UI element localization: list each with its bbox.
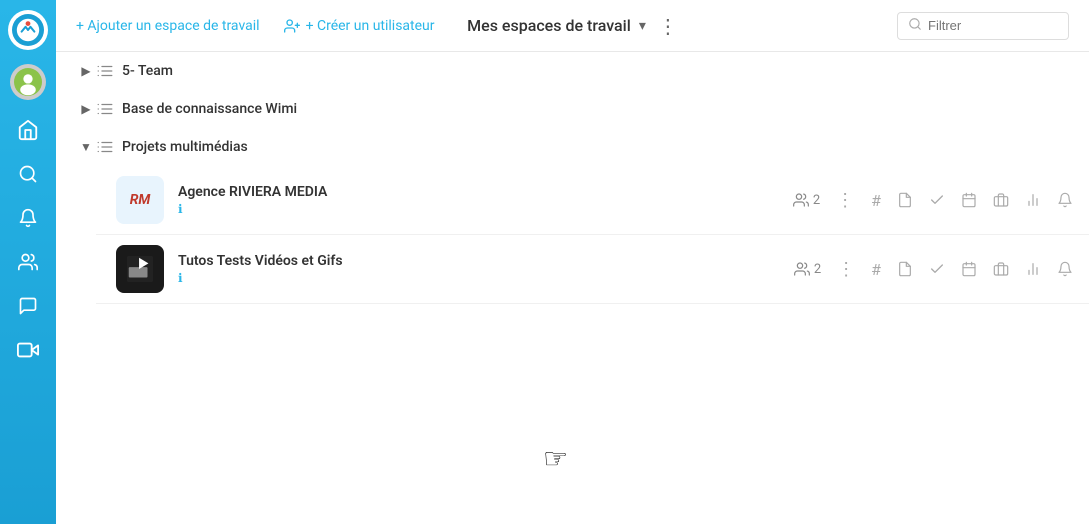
riviera-actions: 2 ⋮ # bbox=[793, 190, 1073, 211]
user-avatar[interactable] bbox=[10, 64, 46, 100]
main-content: + Ajouter un espace de travail + Créer u… bbox=[56, 0, 1089, 524]
team-label: 5- Team bbox=[122, 63, 173, 79]
riviera-logo-text: RM bbox=[130, 192, 151, 208]
riviera-users-icon bbox=[793, 192, 809, 208]
tutos-name: Tutos Tests Vidéos et Gifs bbox=[178, 253, 780, 269]
multimedia-entries: RM Agence RIVIERA MEDIA ℹ 2 bbox=[56, 166, 1089, 304]
home-nav-icon[interactable] bbox=[10, 112, 46, 148]
tutos-logo bbox=[116, 245, 164, 293]
search-icon bbox=[908, 17, 922, 35]
create-user-button[interactable]: + Créer un utilisateur bbox=[284, 18, 435, 34]
tutos-calendar-icon[interactable] bbox=[961, 261, 977, 277]
team-list-icon bbox=[96, 62, 114, 80]
riviera-chart-icon[interactable] bbox=[1025, 192, 1041, 208]
filter-input[interactable] bbox=[928, 18, 1058, 33]
tutos-user-count[interactable]: 2 bbox=[794, 261, 821, 277]
workspace-item-multimedia[interactable]: ▼ Projets multimédias bbox=[56, 128, 1089, 166]
title-chevron-icon[interactable]: ▾ bbox=[639, 18, 646, 34]
add-workspace-button[interactable]: + Ajouter un espace de travail bbox=[76, 18, 260, 34]
riviera-info: Agence RIVIERA MEDIA ℹ bbox=[178, 184, 779, 216]
add-workspace-label: + Ajouter un espace de travail bbox=[76, 18, 260, 34]
riviera-check-icon[interactable] bbox=[929, 192, 945, 208]
tutos-check-icon[interactable] bbox=[929, 261, 945, 277]
tutos-count: 2 bbox=[814, 262, 821, 277]
entry-riviera: RM Agence RIVIERA MEDIA ℹ 2 bbox=[96, 166, 1089, 235]
create-user-icon bbox=[284, 18, 300, 34]
tutos-bell-icon[interactable] bbox=[1057, 261, 1073, 277]
riviera-bell-icon[interactable] bbox=[1057, 192, 1073, 208]
tutos-actions: 2 ⋮ # bbox=[794, 259, 1073, 280]
more-options-icon[interactable]: ⋮ bbox=[658, 14, 678, 38]
app-logo[interactable] bbox=[8, 10, 48, 50]
search-nav-icon[interactable] bbox=[10, 156, 46, 192]
knowledge-label: Base de connaissance Wimi bbox=[122, 101, 297, 117]
chat-nav-icon[interactable] bbox=[10, 288, 46, 324]
tutos-info-icon[interactable]: ℹ bbox=[178, 271, 780, 285]
riviera-hash-icon[interactable]: # bbox=[871, 191, 881, 210]
tutos-file-icon[interactable] bbox=[897, 261, 913, 277]
tutos-hash-icon[interactable]: # bbox=[871, 260, 881, 279]
create-user-label: + Créer un utilisateur bbox=[306, 18, 435, 34]
riviera-user-count[interactable]: 2 bbox=[793, 192, 820, 208]
riviera-more-icon[interactable]: ⋮ bbox=[836, 190, 855, 211]
search-box[interactable] bbox=[897, 12, 1069, 40]
video-nav-icon[interactable] bbox=[10, 332, 46, 368]
tutos-users-icon bbox=[794, 261, 810, 277]
contacts-nav-icon[interactable] bbox=[10, 244, 46, 280]
knowledge-list-icon bbox=[96, 100, 114, 118]
riviera-file-icon[interactable] bbox=[897, 192, 913, 208]
riviera-logo: RM bbox=[116, 176, 164, 224]
tutos-briefcase-icon[interactable] bbox=[993, 261, 1009, 277]
riviera-count: 2 bbox=[813, 193, 820, 208]
tutos-chart-icon[interactable] bbox=[1025, 261, 1041, 277]
riviera-briefcase-icon[interactable] bbox=[993, 192, 1009, 208]
entry-tutos: Tutos Tests Vidéos et Gifs ℹ 2 ⋮ bbox=[96, 235, 1089, 304]
team-chevron-icon[interactable]: ▶ bbox=[76, 64, 96, 78]
tutos-info: Tutos Tests Vidéos et Gifs ℹ bbox=[178, 253, 780, 285]
toolbar: + Ajouter un espace de travail + Créer u… bbox=[56, 0, 1089, 52]
tutos-logo-icon bbox=[125, 254, 155, 284]
content-area: ▶ 5- Team ▶ Base de connaissance Wimi bbox=[56, 52, 1089, 524]
toolbar-right bbox=[897, 12, 1069, 40]
workspace-item-knowledge[interactable]: ▶ Base de connaissance Wimi bbox=[56, 90, 1089, 128]
tutos-more-icon[interactable]: ⋮ bbox=[837, 259, 855, 280]
multimedia-chevron-icon[interactable]: ▼ bbox=[76, 140, 96, 154]
multimedia-list-icon bbox=[96, 138, 114, 156]
riviera-name: Agence RIVIERA MEDIA bbox=[178, 184, 779, 200]
toolbar-title-area: Mes espaces de travail ▾ ⋮ bbox=[467, 14, 678, 38]
multimedia-label: Projets multimédias bbox=[122, 139, 248, 155]
riviera-calendar-icon[interactable] bbox=[961, 192, 977, 208]
bell-nav-icon[interactable] bbox=[10, 200, 46, 236]
workspace-item-team[interactable]: ▶ 5- Team bbox=[56, 52, 1089, 90]
knowledge-chevron-icon[interactable]: ▶ bbox=[76, 102, 96, 116]
page-title: Mes espaces de travail bbox=[467, 16, 631, 35]
cursor-indicator: ☞ bbox=[543, 442, 568, 475]
sidebar bbox=[0, 0, 56, 524]
riviera-info-icon[interactable]: ℹ bbox=[178, 202, 779, 216]
